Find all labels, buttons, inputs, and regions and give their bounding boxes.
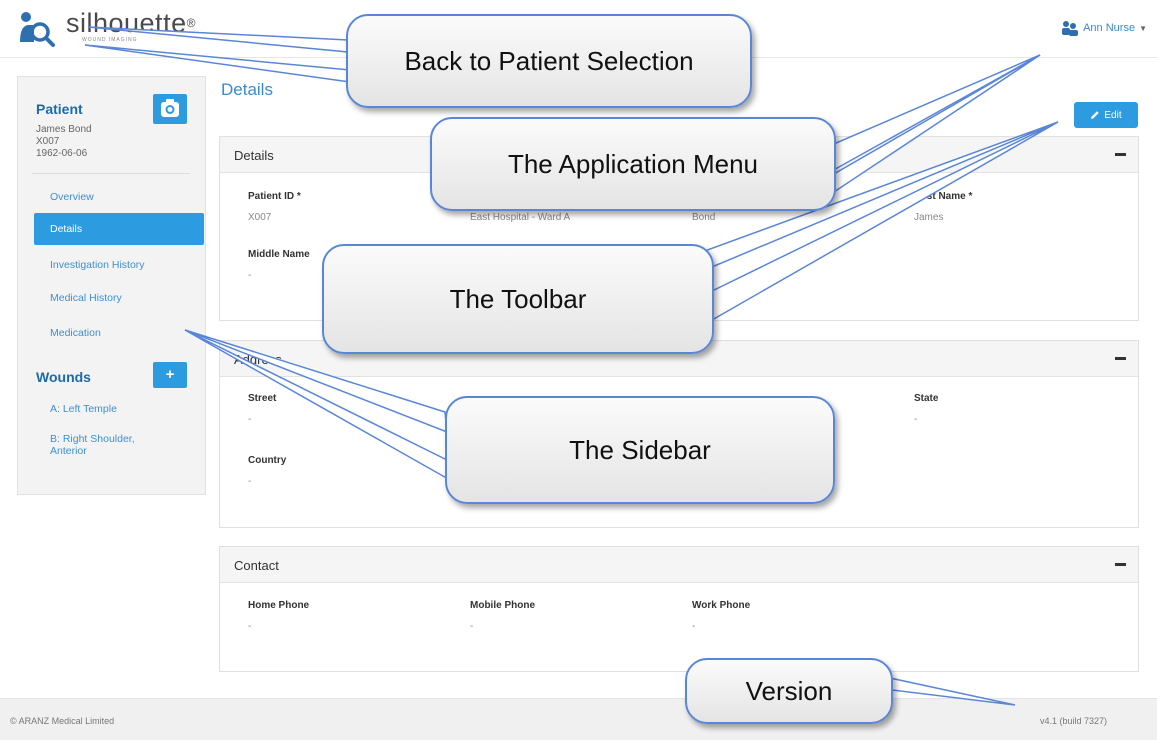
sidebar: Patient James Bond X007 1962-06-06 Overv… <box>17 76 206 495</box>
field-state: State - <box>914 393 939 425</box>
page-title: Details <box>221 80 273 99</box>
wounds-heading: Wounds <box>36 369 91 385</box>
field-gender: Gender <box>692 249 728 260</box>
panel-header[interactable]: Address <box>220 341 1138 377</box>
field-home-phone: Home Phone - <box>248 600 310 632</box>
panel-header[interactable]: Details <box>220 137 1138 173</box>
patient-summary: James Bond X007 1962-06-06 <box>36 124 92 160</box>
field-street: Street - <box>248 393 277 425</box>
field-ward: East Hospital - Ward A <box>470 212 571 223</box>
user-name: Ann Nurse <box>1083 22 1136 34</box>
collapse-icon[interactable] <box>1115 357 1126 360</box>
field-first-name: First Name * James <box>914 191 973 223</box>
collapse-icon[interactable] <box>1115 153 1126 156</box>
field-work-phone: Work Phone - <box>692 600 751 632</box>
field-last-name: Bond <box>692 212 716 223</box>
capture-button[interactable] <box>153 94 187 124</box>
version-text: v4.1 (build 7327) <box>1039 716 1107 726</box>
panel-title: Address <box>234 352 282 367</box>
patient-id: X007 <box>36 136 60 147</box>
field-country: Country - <box>248 455 287 487</box>
users-icon <box>1061 20 1079 36</box>
divider <box>32 173 190 174</box>
field-patient-id: Patient ID * X007 <box>248 191 301 223</box>
sidebar-item-investigation-history[interactable]: Investigation History <box>34 249 204 281</box>
field-middle-name: Middle Name - <box>248 249 310 281</box>
contact-panel: Contact Home Phone - Mobile Phone - Work… <box>219 546 1139 672</box>
patient-heading: Patient <box>36 101 83 117</box>
top-bar: silhouette® WOUND IMAGING Ann Nurse ▼ <box>0 0 1157 58</box>
logo-text: silhouette® <box>66 8 196 38</box>
copyright-text: © ARANZ Medical Limited <box>10 716 115 726</box>
pencil-icon <box>1091 111 1100 119</box>
edit-label: Edit <box>1104 109 1122 121</box>
collapse-icon[interactable] <box>1115 563 1126 566</box>
field-mobile-phone: Mobile Phone - <box>470 600 535 632</box>
camera-icon <box>161 99 179 117</box>
panel-title: Details <box>234 148 274 163</box>
details-panel: Details Patient ID * X007 East Hospital … <box>219 136 1139 321</box>
edit-button[interactable]: Edit <box>1074 102 1138 128</box>
add-wound-button[interactable]: + <box>153 362 187 388</box>
address-panel: Address Street - State - Country - <box>219 340 1139 528</box>
sidebar-item-details[interactable]: Details <box>34 213 204 245</box>
sidebar-item-overview[interactable]: Overview <box>34 181 204 213</box>
patient-dob: 1962-06-06 <box>36 148 88 159</box>
application-menu[interactable]: Ann Nurse ▼ <box>1061 20 1147 36</box>
panel-header[interactable]: Contact <box>220 547 1138 583</box>
sidebar-item-wound-a[interactable]: A: Left Temple <box>50 403 190 415</box>
patient-name: James Bond <box>36 124 92 135</box>
sidebar-item-medical-history[interactable]: Medical History <box>34 282 204 314</box>
sidebar-item-medication[interactable]: Medication <box>34 317 204 349</box>
footer: © ARANZ Medical Limited v4.1 (build 7327… <box>0 698 1157 740</box>
patient-search-icon <box>18 8 58 48</box>
caret-down-icon: ▼ <box>1139 23 1147 33</box>
logo-subtitle: WOUND IMAGING <box>82 37 138 43</box>
panel-title: Contact <box>234 558 279 573</box>
sidebar-item-wound-b[interactable]: B: Right Shoulder, Anterior <box>50 433 170 457</box>
